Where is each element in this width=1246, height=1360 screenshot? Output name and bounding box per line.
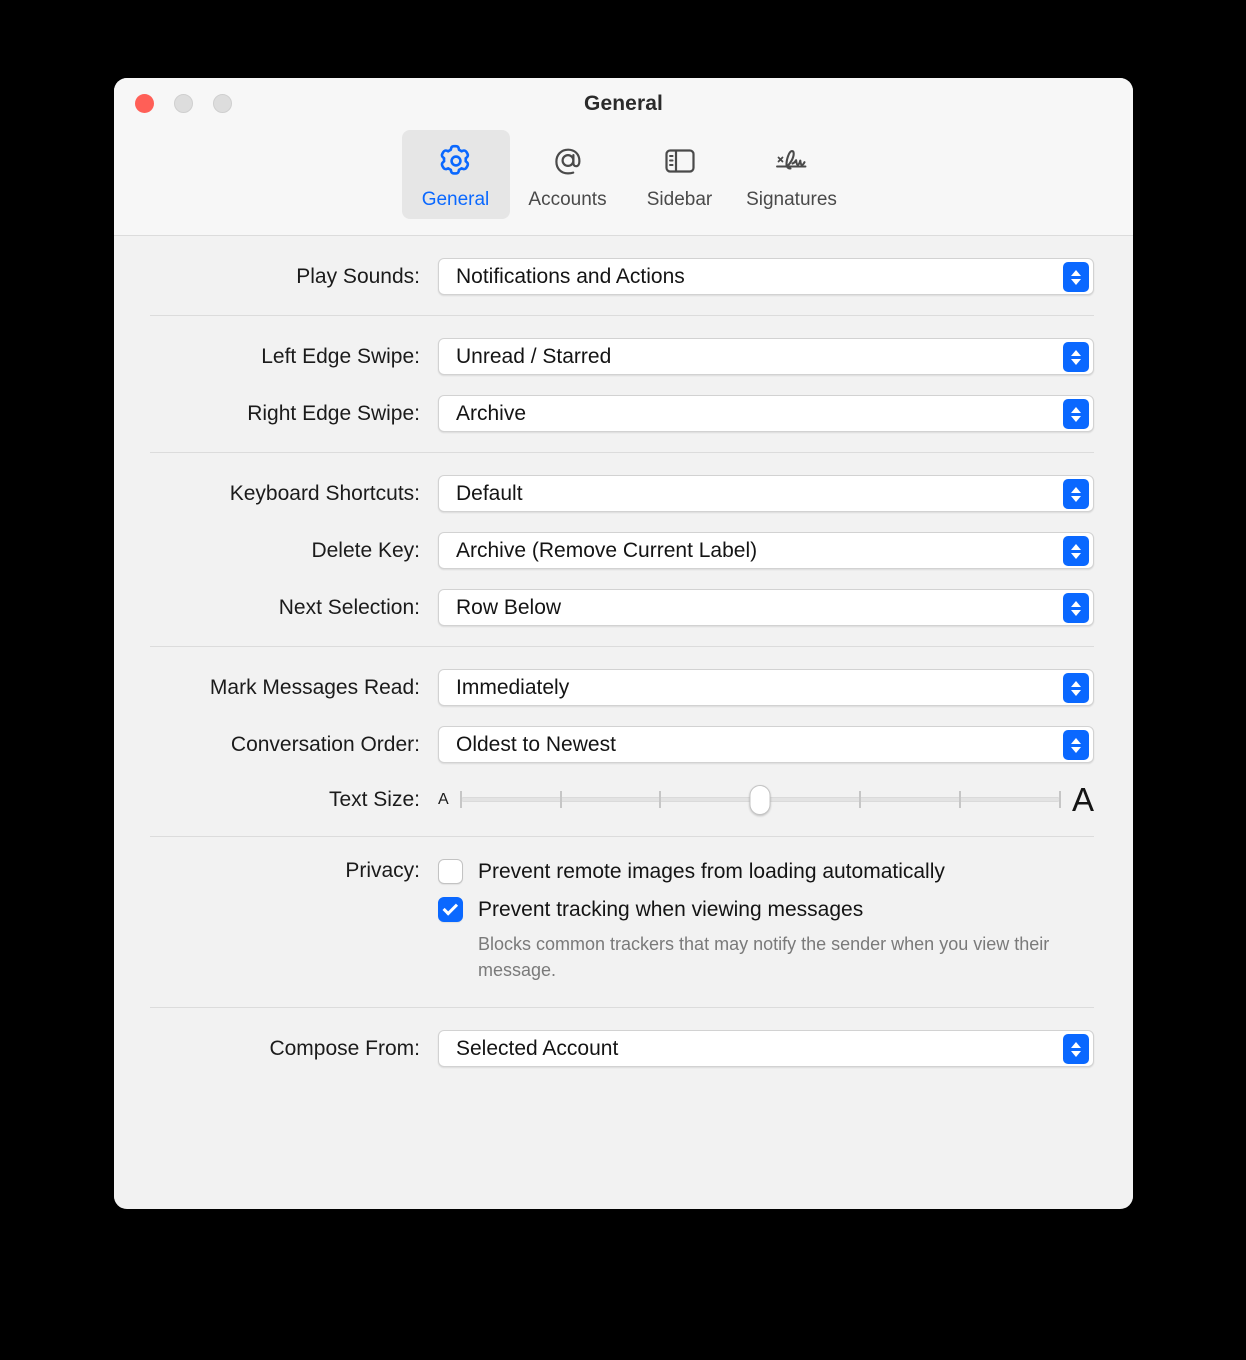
stepper-icon[interactable] [1063, 536, 1089, 566]
row-left-edge-swipe: Left Edge Swipe: Unread / Starred [114, 338, 1133, 375]
stepper-icon[interactable] [1063, 730, 1089, 760]
row-privacy: Privacy: Prevent remote images from load… [114, 859, 1133, 983]
signature-icon [770, 140, 814, 182]
left-edge-swipe-label: Left Edge Swipe: [261, 344, 420, 368]
gear-icon [436, 140, 476, 182]
tab-signatures[interactable]: Signatures [738, 130, 846, 219]
row-next-selection: Next Selection: Row Below [114, 589, 1133, 626]
delete-key-label: Delete Key: [311, 538, 420, 562]
stepper-icon[interactable] [1063, 399, 1089, 429]
tab-general-label: General [421, 189, 490, 210]
right-edge-swipe-value: Archive [456, 401, 527, 425]
left-edge-swipe-dropdown[interactable]: Unread / Starred [438, 338, 1094, 375]
window-titlebar: General General Accounts Sidebar Signatu… [114, 78, 1133, 236]
stepper-icon[interactable] [1063, 479, 1089, 509]
prevent-remote-images-checkbox[interactable] [438, 859, 463, 884]
tab-signatures-label: Signatures [746, 189, 837, 210]
divider [150, 452, 1094, 453]
tab-sidebar[interactable]: Sidebar [626, 130, 734, 219]
slider-tick [859, 790, 862, 808]
slider-tick [559, 790, 562, 808]
play-sounds-dropdown[interactable]: Notifications and Actions [438, 258, 1094, 295]
prevent-tracking-row[interactable]: Prevent tracking when viewing messages [438, 897, 1094, 922]
row-keyboard-shortcuts: Keyboard Shortcuts: Default [114, 475, 1133, 512]
play-sounds-label: Play Sounds: [296, 264, 420, 288]
sidebar-icon [660, 140, 700, 182]
text-size-min-label: A [438, 790, 449, 808]
stepper-icon[interactable] [1063, 673, 1089, 703]
next-selection-dropdown[interactable]: Row Below [438, 589, 1094, 626]
compose-from-label: Compose From: [269, 1036, 420, 1060]
mark-messages-read-label: Mark Messages Read: [209, 675, 420, 699]
row-compose-from: Compose From: Selected Account [114, 1030, 1133, 1068]
stepper-icon[interactable] [1063, 262, 1089, 292]
desktop-backdrop: General General Accounts Sidebar Signatu… [0, 0, 1246, 1360]
play-sounds-value: Notifications and Actions [456, 264, 685, 288]
row-right-edge-swipe: Right Edge Swipe: Archive [114, 395, 1133, 432]
prevent-remote-images-row[interactable]: Prevent remote images from loading autom… [438, 859, 1094, 884]
text-size-label: Text Size: [328, 787, 420, 811]
keyboard-shortcuts-label: Keyboard Shortcuts: [229, 481, 420, 505]
slider-tick [459, 790, 462, 808]
next-selection-value: Row Below [456, 595, 562, 619]
row-mark-messages-read: Mark Messages Read: Immediately [114, 669, 1133, 706]
stepper-icon[interactable] [1063, 342, 1089, 372]
row-conversation-order: Conversation Order: Oldest to Newest [114, 726, 1133, 763]
delete-key-dropdown[interactable]: Archive (Remove Current Label) [438, 532, 1094, 569]
row-delete-key: Delete Key: Archive (Remove Current Labe… [114, 532, 1133, 569]
prevent-remote-images-label: Prevent remote images from loading autom… [478, 859, 945, 883]
stepper-icon[interactable] [1063, 1034, 1089, 1065]
slider-tick [959, 790, 962, 808]
row-play-sounds: Play Sounds: Notifications and Actions [114, 258, 1133, 295]
preferences-content: Play Sounds: Notifications and Actions L… [114, 236, 1133, 1208]
divider [150, 836, 1094, 837]
conversation-order-value: Oldest to Newest [456, 732, 616, 756]
conversation-order-label: Conversation Order: [230, 732, 420, 756]
left-edge-swipe-value: Unread / Starred [456, 344, 612, 368]
privacy-label: Privacy: [345, 859, 420, 882]
right-edge-swipe-dropdown[interactable]: Archive [438, 395, 1094, 432]
preferences-window: General General Accounts Sidebar Signatu… [114, 78, 1133, 1209]
conversation-order-dropdown[interactable]: Oldest to Newest [438, 726, 1094, 763]
slider-tick [659, 790, 662, 808]
prevent-tracking-checkbox[interactable] [438, 897, 463, 922]
delete-key-value: Archive (Remove Current Label) [456, 538, 758, 562]
next-selection-label: Next Selection: [278, 595, 420, 619]
divider [150, 1007, 1094, 1009]
mark-messages-read-dropdown[interactable]: Immediately [438, 669, 1094, 706]
compose-from-dropdown[interactable]: Selected Account [438, 1030, 1094, 1068]
prevent-tracking-label: Prevent tracking when viewing messages [478, 897, 864, 921]
text-size-slider[interactable] [459, 784, 1061, 815]
compose-from-value: Selected Account [456, 1036, 619, 1060]
stepper-icon[interactable] [1063, 593, 1089, 623]
keyboard-shortcuts-value: Default [456, 481, 523, 505]
tab-general[interactable]: General [401, 130, 510, 219]
prevent-tracking-hint: Blocks common trackers that may notify t… [478, 934, 1050, 981]
text-size-max-label: A [1071, 781, 1094, 818]
row-text-size: Text Size: A A [114, 783, 1133, 816]
slider-tick [1058, 790, 1061, 808]
tab-sidebar-label: Sidebar [646, 189, 713, 210]
tab-accounts-label: Accounts [528, 189, 607, 210]
keyboard-shortcuts-dropdown[interactable]: Default [438, 475, 1094, 512]
window-title: General [584, 92, 663, 115]
mark-messages-read-value: Immediately [456, 675, 570, 699]
divider [150, 646, 1094, 647]
slider-thumb[interactable] [749, 784, 771, 815]
divider [150, 315, 1094, 316]
preferences-toolbar: General Accounts Sidebar Signatures [114, 130, 1133, 219]
at-sign-icon [548, 140, 588, 182]
tab-accounts[interactable]: Accounts [514, 130, 622, 219]
right-edge-swipe-label: Right Edge Swipe: [247, 401, 420, 425]
